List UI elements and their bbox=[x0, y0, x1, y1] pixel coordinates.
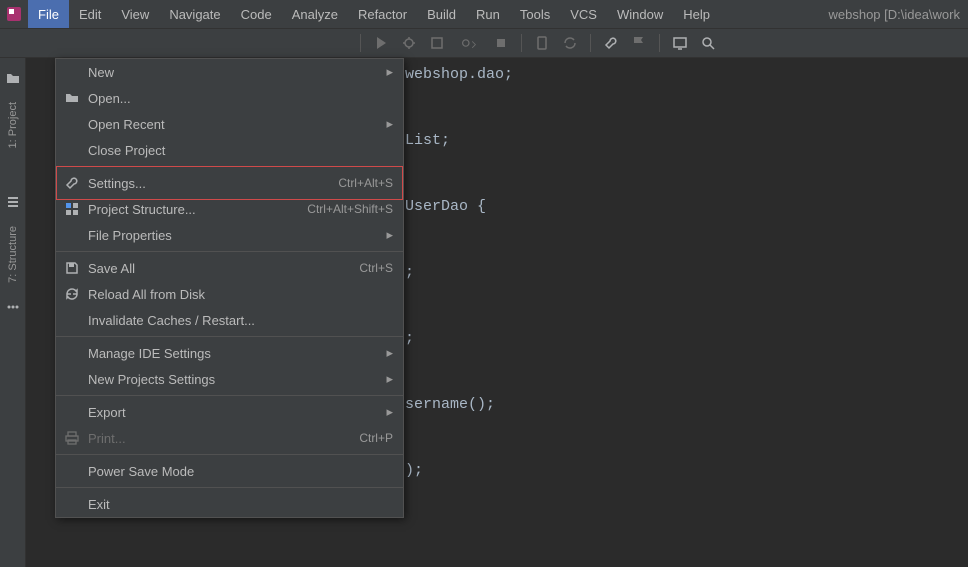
menu-item-label: Open... bbox=[88, 91, 393, 106]
menu-code[interactable]: Code bbox=[231, 0, 282, 28]
menu-item[interactable]: Project Structure...Ctrl+Alt+Shift+S bbox=[56, 196, 403, 222]
run-icon[interactable] bbox=[369, 31, 393, 55]
file-menu-dropdown: New ▸ Open... Open Recent ▸ Close Project Sett… bbox=[55, 58, 404, 518]
menu-item-label: New Projects Settings bbox=[88, 372, 378, 387]
more-icon[interactable] bbox=[3, 297, 23, 317]
menu-item-label: Close Project bbox=[88, 143, 393, 158]
blank-icon bbox=[62, 311, 82, 329]
menu-item[interactable]: Reload All from Disk bbox=[56, 281, 403, 307]
menu-item[interactable]: Save AllCtrl+S bbox=[56, 255, 403, 281]
submenu-arrow-icon: ▸ bbox=[386, 64, 393, 80]
menu-item-label: Export bbox=[88, 405, 378, 420]
menu-item-label: Save All bbox=[88, 261, 359, 276]
menu-tools[interactable]: Tools bbox=[510, 0, 560, 28]
blank-icon bbox=[62, 403, 82, 421]
sync-icon[interactable] bbox=[558, 31, 582, 55]
menu-item[interactable]: Close Project bbox=[56, 137, 403, 163]
project-tab[interactable]: 1: Project bbox=[7, 102, 19, 148]
menu-build[interactable]: Build bbox=[417, 0, 466, 28]
menu-item[interactable]: File Properties ▸ bbox=[56, 222, 403, 248]
leftbar: 1: Project 7: Structure bbox=[0, 58, 26, 567]
submenu-arrow-icon: ▸ bbox=[386, 404, 393, 420]
submenu-arrow-icon: ▸ bbox=[386, 116, 393, 132]
menu-navigate[interactable]: Navigate bbox=[159, 0, 230, 28]
menu-item[interactable]: Open... bbox=[56, 85, 403, 111]
project-structure-icon bbox=[62, 200, 82, 218]
menu-item: Print...Ctrl+P bbox=[56, 425, 403, 451]
menu-item[interactable]: New ▸ bbox=[56, 59, 403, 85]
project-path: webshop [D:\idea\work bbox=[820, 7, 968, 22]
search-icon[interactable] bbox=[696, 31, 720, 55]
wrench-icon bbox=[62, 174, 82, 192]
blank-icon bbox=[62, 63, 82, 81]
blank-icon bbox=[62, 370, 82, 388]
submenu-arrow-icon: ▸ bbox=[386, 345, 393, 361]
menu-item-label: Open Recent bbox=[88, 117, 378, 132]
menu-item-label: Project Structure... bbox=[88, 202, 307, 217]
menu-item[interactable]: New Projects Settings ▸ bbox=[56, 366, 403, 392]
menu-item-shortcut: Ctrl+Alt+S bbox=[338, 176, 393, 190]
menu-item-label: Invalidate Caches / Restart... bbox=[88, 313, 393, 328]
monitor-icon[interactable] bbox=[668, 31, 692, 55]
menu-item[interactable]: Settings...Ctrl+Alt+S bbox=[56, 170, 403, 196]
device-icon[interactable] bbox=[530, 31, 554, 55]
menu-item[interactable]: Manage IDE Settings ▸ bbox=[56, 340, 403, 366]
menu-item[interactable]: Exit bbox=[56, 491, 403, 517]
menu-item-label: New bbox=[88, 65, 378, 80]
toolbar bbox=[0, 28, 968, 58]
menubar: File Edit View Navigate Code Analyze Ref… bbox=[0, 0, 968, 28]
menu-view[interactable]: View bbox=[111, 0, 159, 28]
menu-file[interactable]: File bbox=[28, 0, 69, 28]
profiler-icon[interactable] bbox=[453, 31, 485, 55]
wrench-icon[interactable] bbox=[599, 31, 623, 55]
editor[interactable]: .webshop.dao; .List; UserDao { ); ); Use… bbox=[26, 58, 968, 567]
menu-analyze[interactable]: Analyze bbox=[282, 0, 348, 28]
menu-item-label: Exit bbox=[88, 497, 393, 512]
blank-icon bbox=[62, 115, 82, 133]
menu-item[interactable]: Invalidate Caches / Restart... bbox=[56, 307, 403, 333]
menu-item[interactable]: Export ▸ bbox=[56, 399, 403, 425]
blank-icon bbox=[62, 495, 82, 513]
menu-item-label: Power Save Mode bbox=[88, 464, 393, 479]
stop-icon[interactable] bbox=[489, 31, 513, 55]
menu-item-label: Print... bbox=[88, 431, 359, 446]
reload-icon bbox=[62, 285, 82, 303]
menu-item-label: Manage IDE Settings bbox=[88, 346, 378, 361]
menu-item[interactable]: Power Save Mode bbox=[56, 458, 403, 484]
debug-icon[interactable] bbox=[397, 31, 421, 55]
save-icon bbox=[62, 259, 82, 277]
folder-icon[interactable] bbox=[3, 68, 23, 88]
coverage-icon[interactable] bbox=[425, 31, 449, 55]
menu-item-label: Reload All from Disk bbox=[88, 287, 393, 302]
blank-icon bbox=[62, 141, 82, 159]
print-icon bbox=[62, 429, 82, 447]
menu-item-shortcut: Ctrl+S bbox=[359, 261, 393, 275]
menu-item-label: Settings... bbox=[88, 176, 338, 191]
blank-icon bbox=[62, 344, 82, 362]
app-icon bbox=[4, 4, 24, 24]
menu-item[interactable]: Open Recent ▸ bbox=[56, 111, 403, 137]
flag-icon[interactable] bbox=[627, 31, 651, 55]
menu-item-shortcut: Ctrl+P bbox=[359, 431, 393, 445]
menu-edit[interactable]: Edit bbox=[69, 0, 111, 28]
folder-icon bbox=[62, 89, 82, 107]
menu-run[interactable]: Run bbox=[466, 0, 510, 28]
structure-icon[interactable] bbox=[3, 192, 23, 212]
blank-icon bbox=[62, 226, 82, 244]
menu-window[interactable]: Window bbox=[607, 0, 673, 28]
structure-tab[interactable]: 7: Structure bbox=[7, 226, 19, 283]
blank-icon bbox=[62, 462, 82, 480]
menu-item-shortcut: Ctrl+Alt+Shift+S bbox=[307, 202, 393, 216]
submenu-arrow-icon: ▸ bbox=[386, 227, 393, 243]
menu-item-label: File Properties bbox=[88, 228, 378, 243]
menu-refactor[interactable]: Refactor bbox=[348, 0, 417, 28]
submenu-arrow-icon: ▸ bbox=[386, 371, 393, 387]
menu-vcs[interactable]: VCS bbox=[560, 0, 607, 28]
menu-help[interactable]: Help bbox=[673, 0, 720, 28]
